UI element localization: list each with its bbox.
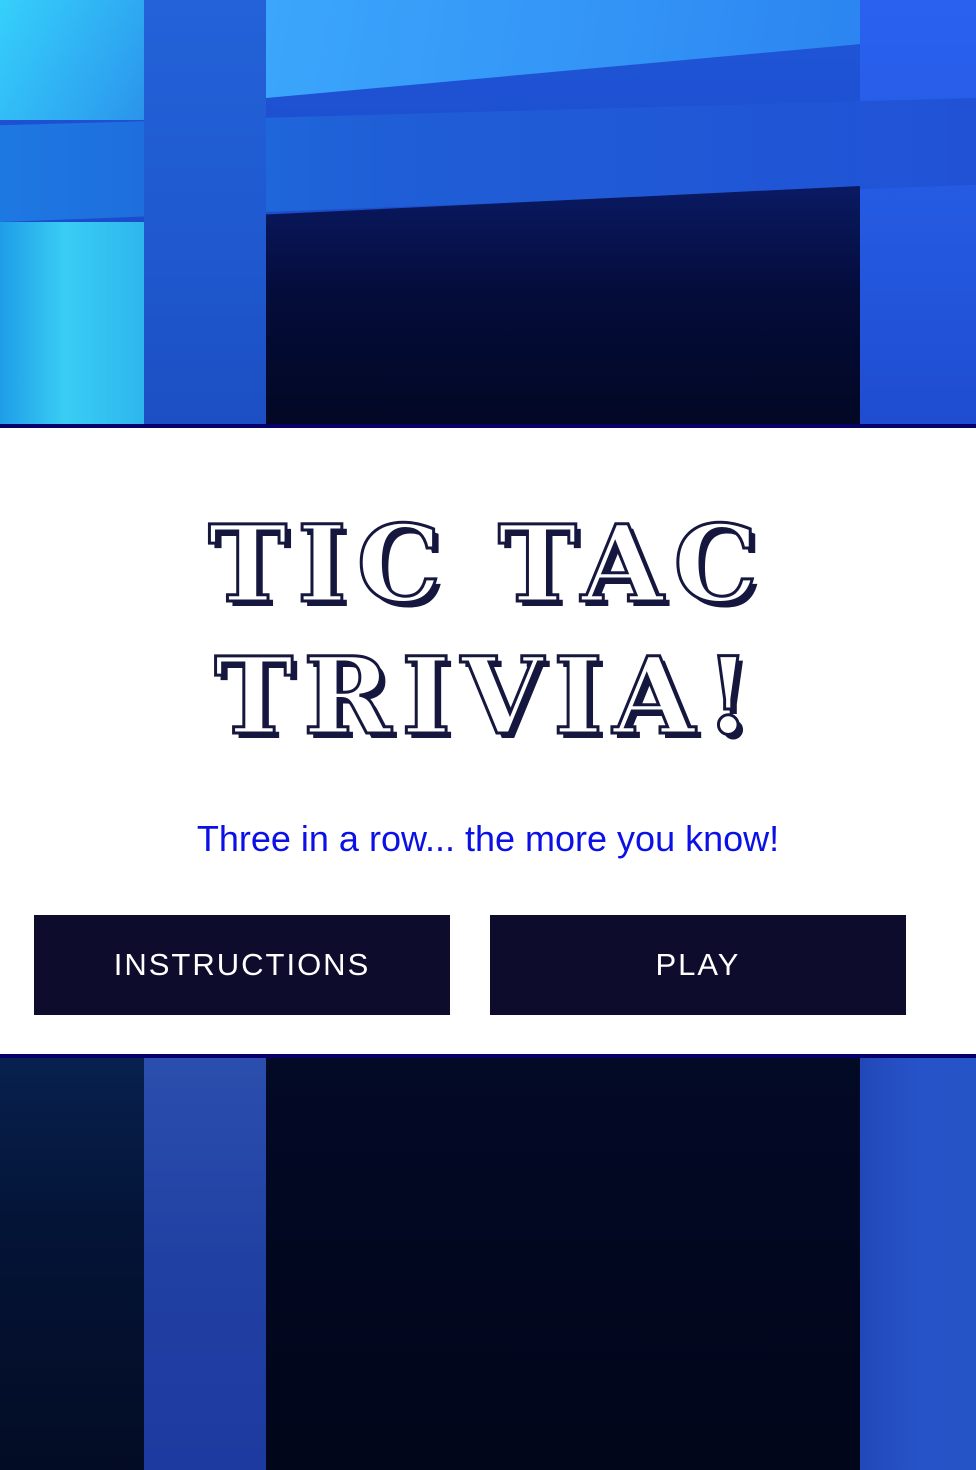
play-button[interactable]: PLAY <box>490 915 906 1015</box>
background-tile <box>266 0 860 98</box>
instructions-button[interactable]: INSTRUCTIONS <box>34 915 450 1015</box>
title-panel: TIC TAC TRIVIA! Three in a row... the mo… <box>0 424 976 1058</box>
background-tile <box>0 1054 144 1470</box>
background-tile <box>860 1054 976 1470</box>
game-title: TIC TAC TRIVIA! <box>0 498 976 762</box>
background-tile <box>0 222 144 424</box>
game-title-line1: TIC TAC <box>207 500 768 628</box>
tagline: Three in a row... the more you know! <box>196 818 780 859</box>
background-tile <box>266 186 860 424</box>
background-tile <box>266 1054 860 1470</box>
background-tile <box>860 0 976 424</box>
background-tile <box>144 1054 266 1470</box>
background-tile <box>0 0 144 120</box>
game-title-line2: TRIVIA! <box>213 632 762 760</box>
background-tile <box>144 0 266 424</box>
